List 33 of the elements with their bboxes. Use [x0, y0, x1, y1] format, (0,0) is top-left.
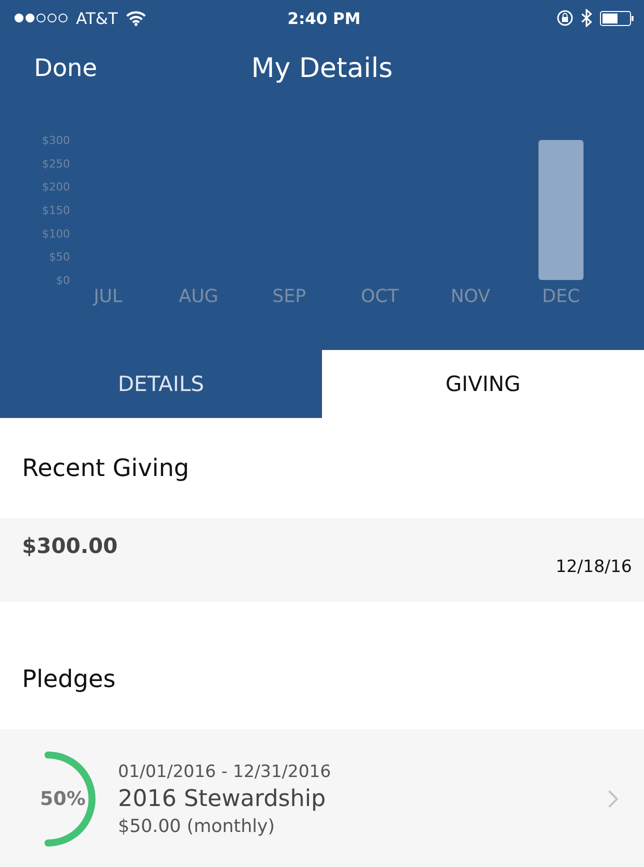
axis-label: $100	[42, 227, 70, 240]
month-label: NOV	[450, 286, 490, 307]
axis-label: $200	[42, 180, 70, 194]
signal-icon	[14, 13, 68, 23]
screen-title: My Details	[251, 52, 393, 84]
axis-label: $300	[42, 134, 70, 147]
pledge-name: 2016 Stewardship	[118, 786, 327, 812]
tab[interactable]: GIVING	[322, 350, 644, 418]
carrier-name: AT&T	[76, 8, 118, 28]
month-label: DEC	[542, 286, 580, 307]
month-label: AUG	[178, 286, 218, 307]
gift-amount: $300.00	[22, 534, 118, 560]
status-time: 2:40 PM	[287, 8, 360, 28]
axis-label: $0	[56, 274, 70, 287]
pledge-period: 01/01/2016 - 12/31/2016	[118, 762, 332, 782]
wifi-icon	[126, 10, 146, 26]
section-title: Recent Giving	[21, 453, 190, 484]
chevron-icon	[608, 790, 618, 808]
axis-label: $50	[49, 250, 70, 264]
battery-icon	[600, 10, 634, 26]
rotation-lock-icon	[556, 10, 573, 26]
axis-label: $150	[42, 204, 70, 217]
gift-date: 12/18/16	[556, 557, 632, 577]
month-label: OCT	[360, 286, 399, 307]
section-title: Pledges	[21, 664, 117, 695]
axis-label: $250	[42, 157, 70, 170]
month-label: SEP	[272, 286, 306, 307]
month-label: JUL	[94, 286, 122, 307]
done-button[interactable]: Done	[34, 54, 98, 82]
pledge-row[interactable]: 50% 01/01/2016 - 12/31/2016 2016 Stewardship $50.00 (monthly)	[0, 729, 644, 867]
progress-percent: 50%	[40, 788, 86, 810]
bluetooth-icon	[580, 9, 592, 27]
pledge-amount: $50.00 (monthly)	[118, 816, 276, 836]
